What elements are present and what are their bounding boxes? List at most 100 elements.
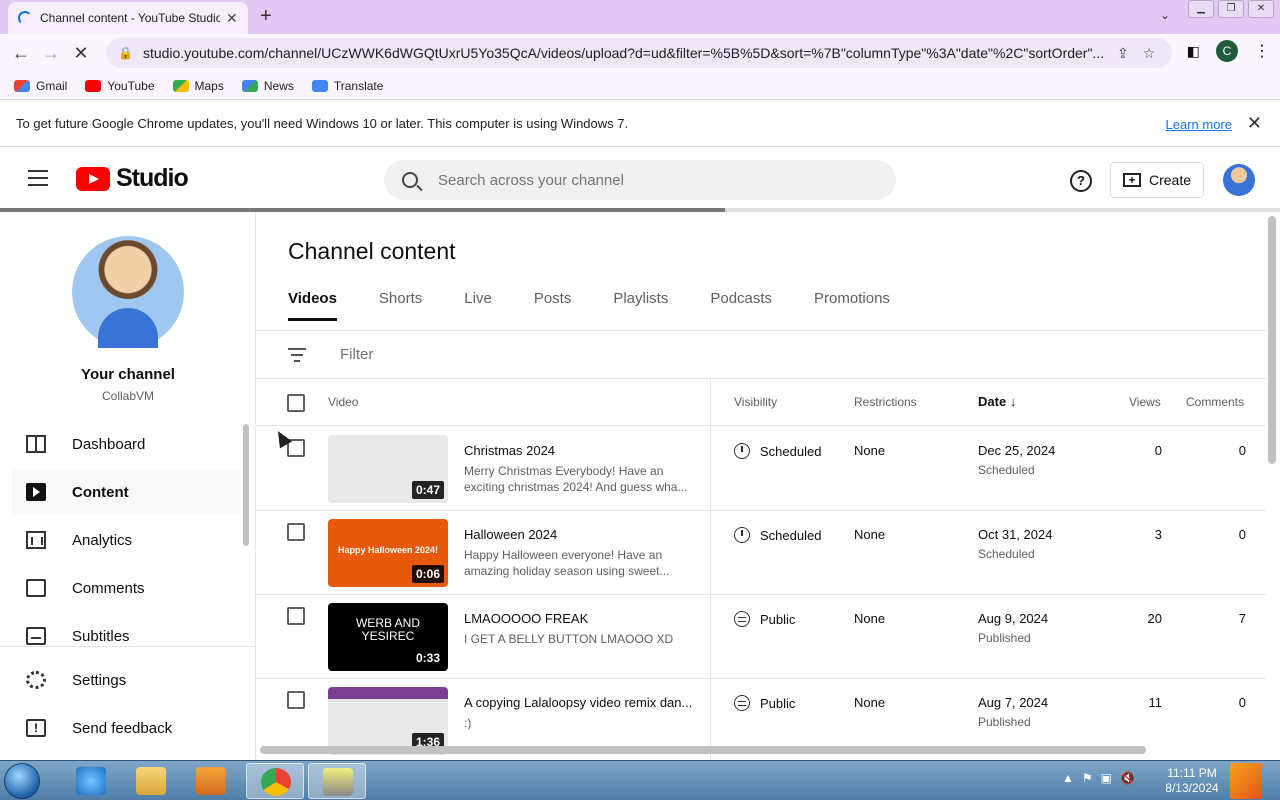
sidebar-item-comments[interactable]: Comments (12, 566, 240, 610)
video-title[interactable]: Halloween 2024 (464, 527, 696, 542)
col-date[interactable]: Date ↓ (978, 394, 1016, 409)
video-title[interactable]: LMAOOOOO FREAK (464, 611, 696, 626)
taskbar-explorer[interactable] (122, 763, 180, 799)
tab-podcasts[interactable]: Podcasts (710, 290, 772, 321)
col-video: Video (328, 395, 359, 409)
taskbar-paint[interactable] (308, 763, 366, 799)
sidebar-item-settings[interactable]: Settings (12, 658, 240, 702)
table-row[interactable]: Happy Halloween 2024! 0:06 Halloween 202… (256, 511, 1266, 595)
browser-tab[interactable]: Channel content - YouTube Studio ✕ (8, 2, 248, 34)
sidebar-item-dashboard[interactable]: Dashboard (12, 422, 240, 466)
main-vertical-scrollbar[interactable] (1268, 216, 1276, 464)
search-icon[interactable] (402, 172, 418, 188)
filter-input[interactable] (340, 346, 640, 363)
url-text[interactable]: studio.youtube.com/channel/UCzWWK6dWGQtU… (143, 45, 1103, 61)
row-checkbox[interactable] (287, 691, 305, 709)
date-cell: Aug 9, 2024 (978, 611, 1049, 626)
tab-posts[interactable]: Posts (534, 290, 572, 321)
menu-kebab-icon[interactable]: ⋮ (1254, 41, 1270, 61)
taskbar-chrome[interactable] (246, 763, 304, 799)
col-views[interactable]: Views (1129, 395, 1161, 409)
minimize-icon[interactable]: ▁ (1188, 0, 1214, 18)
dashboard-icon (26, 435, 46, 453)
studio-logo[interactable]: Studio (76, 164, 189, 193)
table-row[interactable]: 0:47 Christmas 2024 Merry Christmas Ever… (256, 427, 1266, 511)
profile-avatar[interactable]: C (1216, 40, 1238, 62)
sidebar-item-analytics[interactable]: Analytics (12, 518, 240, 562)
video-thumbnail[interactable]: WERB AND YESIREC 0:33 (328, 603, 448, 671)
video-title[interactable]: A copying Lalaloopsy video remix dan... (464, 695, 696, 710)
tab-search-chevron-icon[interactable]: ⌄ (1160, 8, 1170, 22)
stop-loading-icon[interactable]: ✕ (66, 43, 96, 64)
tab-live[interactable]: Live (464, 290, 492, 321)
tray-volume-muted-icon[interactable]: 🔇 (1120, 771, 1135, 785)
comments-cell: 7 (1238, 611, 1246, 626)
search-input[interactable] (438, 171, 858, 189)
bookmark-youtube[interactable]: YouTube (85, 79, 155, 93)
tab-playlists[interactable]: Playlists (613, 290, 668, 321)
new-tab-icon[interactable]: + (260, 5, 272, 28)
comments-cell: 0 (1238, 695, 1246, 710)
feedback-icon: ! (26, 719, 46, 737)
bookmark-maps[interactable]: Maps (172, 79, 224, 93)
tray-network-icon[interactable]: ▣ (1101, 771, 1112, 785)
tab-close-icon[interactable]: ✕ (226, 10, 238, 27)
show-desktop-button[interactable] (1230, 763, 1262, 799)
back-icon[interactable]: ← (6, 43, 36, 64)
bookmark-translate[interactable]: Translate (311, 79, 383, 93)
col-visibility[interactable]: Visibility (734, 395, 777, 409)
video-duration: 0:47 (411, 481, 444, 499)
col-comments[interactable]: Comments (1186, 395, 1244, 409)
bookmark-gmail[interactable]: Gmail (14, 79, 67, 93)
tray-chevron-icon[interactable]: ▲ (1062, 771, 1074, 785)
tray-flag-icon[interactable]: ⚑ (1082, 771, 1093, 785)
bookmark-news[interactable]: News (241, 79, 294, 93)
visibility-cell[interactable]: Scheduled (734, 443, 821, 459)
comments-cell: 0 (1238, 443, 1246, 458)
filter-icon[interactable] (288, 348, 306, 366)
video-thumbnail[interactable]: 0:47 (328, 435, 448, 503)
col-restrictions[interactable]: Restrictions (854, 395, 917, 409)
restore-icon[interactable]: ❐ (1218, 0, 1244, 18)
restrictions-cell: None (854, 695, 886, 710)
main-horizontal-scrollbar[interactable] (260, 746, 1146, 754)
tab-shorts[interactable]: Shorts (379, 290, 422, 321)
video-description: Merry Christmas Everybody! Have an excit… (464, 464, 688, 494)
browser-toolbar: ← → ✕ 🔒 studio.youtube.com/channel/UCzWW… (0, 34, 1280, 72)
video-title[interactable]: Christmas 2024 (464, 443, 696, 458)
visibility-cell[interactable]: Public (734, 611, 795, 627)
account-avatar[interactable] (1223, 164, 1255, 196)
update-infobar: To get future Google Chrome updates, you… (0, 101, 1280, 147)
help-icon[interactable]: ? (1070, 170, 1092, 192)
visibility-cell[interactable]: Scheduled (734, 527, 821, 543)
sidebar-item-content[interactable]: Content (12, 470, 240, 514)
sidebar-scrollbar[interactable] (243, 424, 249, 546)
taskbar-clock[interactable]: 11:11 PM 8/13/2024 (1160, 766, 1224, 796)
taskbar-media-player[interactable] (182, 763, 240, 799)
taskbar-ie[interactable] (62, 763, 120, 799)
side-panel-icon[interactable]: ◧ (1187, 43, 1200, 60)
video-thumbnail[interactable]: Happy Halloween 2024! 0:06 (328, 519, 448, 587)
share-icon[interactable]: ⇪ (1117, 45, 1129, 62)
sidebar-item-subtitles[interactable]: Subtitles (12, 614, 240, 658)
sidebar-item-send-feedback[interactable]: ! Send feedback (12, 706, 240, 750)
row-checkbox[interactable] (287, 523, 305, 541)
bookmark-star-icon[interactable]: ☆ (1143, 45, 1156, 62)
visibility-cell[interactable]: Public (734, 695, 795, 711)
infobar-close-icon[interactable]: ✕ (1247, 113, 1262, 134)
hamburger-menu-icon[interactable] (28, 170, 48, 191)
tab-promotions[interactable]: Promotions (814, 290, 890, 321)
start-button[interactable] (4, 763, 40, 799)
learn-more-link[interactable]: Learn more (1166, 117, 1232, 132)
select-all-checkbox[interactable] (287, 394, 305, 412)
create-button[interactable]: + Create (1110, 162, 1204, 198)
address-bar[interactable]: 🔒 studio.youtube.com/channel/UCzWWK6dWGQ… (106, 38, 1172, 68)
row-checkbox[interactable] (287, 607, 305, 625)
lock-icon[interactable]: 🔒 (118, 46, 133, 60)
tab-videos[interactable]: Videos (288, 290, 337, 321)
table-row[interactable]: WERB AND YESIREC 0:33 LMAOOOOO FREAK I G… (256, 595, 1266, 679)
close-window-icon[interactable]: ✕ (1248, 0, 1274, 18)
video-thumbnail[interactable]: 1:36 (328, 687, 448, 755)
forward-icon[interactable]: → (36, 43, 66, 64)
search-box[interactable] (384, 160, 896, 200)
